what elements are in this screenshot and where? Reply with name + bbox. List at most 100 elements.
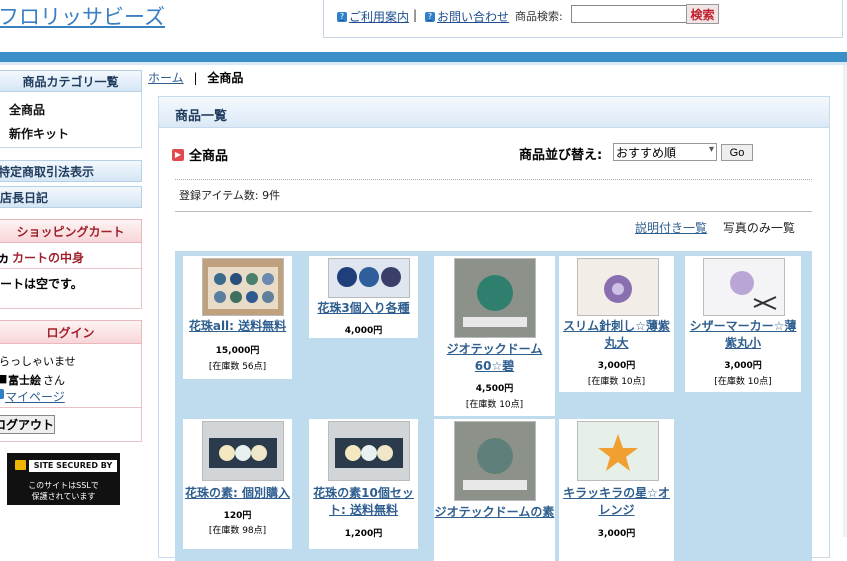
product-name[interactable]: キラッキラの星☆オレンジ [559,485,674,519]
product-name[interactable]: 花珠の素: 個別購入 [183,485,292,502]
panel-head: 商品一覧 [159,97,829,128]
product-card[interactable]: 花珠の素: 個別購入 120円 [在庫数 98点] [183,419,292,549]
product-card[interactable]: 花珠all: 送料無料 15,000円 [在庫数 56点] [183,256,292,379]
view-detail-link[interactable]: 説明付き一覧 [635,221,707,235]
pincushion-image [578,259,658,315]
ssl-line2: 保護されています [31,492,96,501]
logout-button[interactable]: ログアウト [0,415,55,434]
product-price: 4,000円 [344,326,383,336]
product-image [328,258,410,298]
user-name: 富士絵 [8,374,41,387]
cart-empty-text: カートは空です。 [0,277,83,291]
site-logo[interactable]: フロリッサビーズ [0,1,165,31]
breadcrumb-sep: | [193,71,198,85]
product-grid: 花珠all: 送料無料 15,000円 [在庫数 56点] 花珠3個入り各種 4… [175,251,812,561]
user-suffix: さん [43,374,65,387]
breadcrumb-home[interactable]: ホーム [148,71,184,85]
login-head: ログイン [0,320,142,344]
product-image [577,421,659,481]
product-price: 120円 [223,511,252,521]
product-card[interactable]: ジオテックドーム60☆碧 4,500円 [在庫数 10点] [434,256,555,416]
page-edge [843,65,847,537]
product-image [202,258,284,316]
header-bar-shadow [0,62,847,65]
cart-icon: ヵ [0,251,11,266]
sort-go-button[interactable]: Go [721,144,753,161]
user-icon: ■ [0,372,8,385]
product-card[interactable]: キラッキラの星☆オレンジ 3,000円 [559,419,674,561]
product-image [454,258,536,338]
cart-box: ヵ カートの中身 カートは空です。 [0,243,142,309]
product-stock: [在庫数 10点] [587,377,646,387]
login-box: いらっしゃいませ ■ 富士絵 さん マイページ ログアウト [0,344,142,442]
product-stock: [在庫数 10点] [465,400,524,410]
category-title: ▶ 全商品 [172,145,228,164]
product-price: 3,000円 [724,361,762,371]
product-name[interactable]: 花珠all: 送料無料 [183,318,292,335]
ssl-line1: このサイトはSSLで [28,481,99,490]
divider [175,211,812,212]
product-card[interactable]: ジオテックドームの素 [434,419,555,561]
item-count: 登録アイテム数: 9件 [179,189,281,202]
product-image [703,258,785,316]
divider [175,179,812,180]
product-price: 3,000円 [597,529,636,539]
product-name[interactable]: ジオテックドームの素 [434,504,555,521]
product-image [454,421,536,501]
bead-base-image [203,422,283,480]
contact-link-label: お問い合わせ [437,10,510,24]
category-all[interactable]: 全商品 [9,101,45,118]
tokutei-link[interactable]: 特定商取引法表示 [0,160,142,182]
dome-image [455,259,535,337]
star-image [578,422,658,480]
product-name[interactable]: スリム針刺し☆薄紫丸大 [559,318,674,352]
header-separator: | [413,8,418,22]
guide-link-label: ご利用案内 [349,10,410,24]
category-list: 全商品 新作キット [0,92,142,148]
dome-base-image [455,422,535,500]
product-name[interactable]: 花珠の素10個セット: 送料無料 [309,485,418,519]
product-card[interactable]: 花珠3個入り各種 4,000円 [309,256,418,338]
mypage-icon [0,389,4,399]
product-list-panel: 商品一覧 ▶ 全商品 商品並び替え: おすすめ順 ▾ Go 登録アイテム数: 9… [158,96,830,561]
product-price: 3,000円 [597,361,636,371]
search-input[interactable] [571,5,689,23]
welcome-text: いらっしゃいませ [0,355,76,368]
search-label: 商品検索: [515,10,563,23]
breadcrumb: ホーム | 全商品 [148,69,243,86]
sort-selected-value: おすすめ順 [616,146,677,160]
view-switch: 説明付き一覧 写真のみ一覧 [635,219,795,236]
contact-link[interactable]: ? お問い合わせ [425,8,509,25]
search-button[interactable]: 検索 [686,4,719,24]
guide-link[interactable]: ? ご利用案内 [337,8,409,25]
diary-link[interactable]: 店長日記 [0,186,142,208]
product-image [202,421,284,481]
question-icon: ? [425,11,435,22]
mypage-link[interactable]: マイページ [5,388,65,405]
beads-box-image [203,259,283,315]
category-new-kit[interactable]: 新作キット [9,125,69,142]
product-card[interactable]: スリム針刺し☆薄紫丸大 3,000円 [在庫数 10点] [559,256,674,392]
product-stock: [在庫数 10点] [714,377,772,387]
sort-select[interactable]: おすすめ順 ▾ [613,143,717,161]
view-photo-current: 写真のみ一覧 [722,221,795,235]
product-image [577,258,659,316]
header-bar [0,52,847,62]
breadcrumb-current: 全商品 [207,71,244,85]
login-divider [0,407,142,408]
product-price: 15,000円 [215,346,260,356]
product-price: 1,200円 [344,529,383,539]
chevron-down-icon: ▾ [708,144,714,155]
product-card[interactable]: シザーマーカー☆薄紫丸小 3,000円 [在庫数 10点] [685,256,801,392]
product-name[interactable]: 花珠3個入り各種 [309,300,418,317]
header-utility-box: ? ご利用案内 | ? お問い合わせ 商品検索: 検索 [323,0,843,38]
category-title-text: 全商品 [189,149,229,164]
product-stock: [在庫数 98点] [208,526,267,536]
category-head: 商品カテゴリ一覧 [0,70,142,92]
product-stock: [在庫数 56点] [208,362,267,372]
ssl-title: SITE SECURED BY SSL [29,460,117,482]
product-card[interactable]: 花珠の素10個セット: 送料無料 1,200円 [309,419,418,549]
sort-label: 商品並び替え: [519,148,603,163]
product-name[interactable]: ジオテックドーム60☆碧 [434,341,555,375]
product-name[interactable]: シザーマーカー☆薄紫丸小 [685,318,801,352]
